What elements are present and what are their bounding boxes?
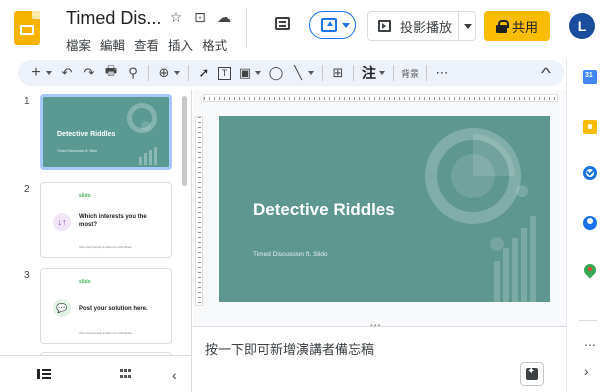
add-dropdown-icon[interactable] xyxy=(46,71,52,75)
sort-arrows-icon: ↓↑ xyxy=(53,213,71,231)
speaker-notes-input[interactable]: 按一下即可新增演講者備忘稿 xyxy=(205,339,374,358)
calendar-icon[interactable] xyxy=(583,70,597,84)
meet-present-button[interactable] xyxy=(309,11,356,39)
grid-view-icon[interactable] xyxy=(120,369,132,379)
slides-logo-icon[interactable] xyxy=(14,11,40,45)
slideshow-label: 投影播放 xyxy=(400,19,453,35)
undo-button[interactable]: ↶ xyxy=(59,62,75,84)
image-dropdown-icon[interactable] xyxy=(255,71,261,75)
keep-icon[interactable] xyxy=(583,120,597,134)
thumb-title: Detective Riddles xyxy=(57,131,116,138)
filmstrip-footer: ‹ xyxy=(0,355,191,392)
slido-brand: slido xyxy=(79,279,91,285)
notes-dropdown-icon[interactable] xyxy=(379,71,385,75)
shape-button[interactable]: ◯ xyxy=(268,62,284,84)
menu-file[interactable]: 檔案 xyxy=(66,35,91,54)
comments-button[interactable] xyxy=(272,14,294,36)
line-dropdown-icon[interactable] xyxy=(308,71,314,75)
document-title[interactable]: Timed Dis... xyxy=(66,8,161,29)
redo-button[interactable]: ↷ xyxy=(81,62,97,84)
menu-insert[interactable]: 插入 xyxy=(168,35,193,54)
paint-format-button[interactable]: ⚲ xyxy=(125,62,141,84)
slide-number: 3 xyxy=(24,270,30,281)
collapse-menus-button[interactable]: ^ xyxy=(535,62,557,84)
account-avatar[interactable]: L xyxy=(569,13,595,39)
speaker-notes-button[interactable]: 注 xyxy=(361,62,377,84)
slide-thumbnail-2[interactable]: slido ↓↑ Which interests you the most? V… xyxy=(40,182,172,258)
filmstrip: 1 Detective Riddles Timed Discussion ft.… xyxy=(0,90,192,392)
share-label: 共用 xyxy=(511,19,538,35)
slide-title[interactable]: Detective Riddles xyxy=(253,200,395,220)
slide-number: 1 xyxy=(24,96,30,107)
vertical-ruler xyxy=(195,116,203,306)
horizontal-ruler xyxy=(203,94,558,102)
chevron-down-icon xyxy=(342,23,350,28)
play-icon xyxy=(378,20,391,32)
slido-brand: slido xyxy=(79,193,91,199)
side-panel-divider xyxy=(579,320,597,321)
toolbar-divider xyxy=(426,65,428,81)
add-button[interactable]: + xyxy=(28,62,44,84)
slideshow-dropdown-button[interactable] xyxy=(458,11,476,41)
slide-number: 2 xyxy=(24,184,30,195)
more-addons-button[interactable]: ⋯ xyxy=(584,338,596,352)
toolbar: + ↶ ↷ 🖶 ⚲ ⊕ ➚ T ▣ ◯ ╲ ⊞ 注 背景 ⋯ ^ xyxy=(18,60,564,86)
image-button[interactable]: ▣ xyxy=(237,62,253,84)
toolbar-divider xyxy=(148,65,149,81)
decorative-bars xyxy=(139,147,157,165)
collapse-filmstrip-button[interactable]: ‹ xyxy=(172,367,177,383)
cloud-status-icon[interactable]: ☁ xyxy=(216,9,232,26)
zoom-dropdown-icon[interactable] xyxy=(174,71,180,75)
zoom-button[interactable]: ⊕ xyxy=(156,62,172,84)
title-icons: ☆ ⊡ ☁ xyxy=(168,9,232,26)
slideshow-button[interactable]: 投影播放 xyxy=(367,11,459,41)
line-button[interactable]: ╲ xyxy=(290,62,306,84)
decorative-dot xyxy=(141,121,151,131)
slide-subtitle[interactable]: Timed Discussion ft. Slido xyxy=(253,251,328,258)
select-tool-button[interactable]: ➚ xyxy=(196,62,212,84)
slide-thumbnail-1[interactable]: Detective Riddles Timed Discussion ft. S… xyxy=(40,94,172,170)
more-options-button[interactable]: ⋯ xyxy=(434,62,450,84)
add-comment-button[interactable]: ⊞ xyxy=(330,62,346,84)
share-button[interactable]: 共用 xyxy=(484,11,550,41)
background-button[interactable]: 背景 xyxy=(401,62,419,84)
thumb-footer: Vote anonymously at slido.com with #code xyxy=(79,331,132,335)
thumb-question: Which interests you the most? xyxy=(79,214,147,228)
present-screen-icon xyxy=(321,18,337,32)
move-folder-icon[interactable]: ⊡ xyxy=(192,9,208,26)
header-divider xyxy=(246,8,247,48)
lock-icon xyxy=(495,19,509,33)
slide-thumbnail-3[interactable]: slido 💬 Post your solution here. Vote an… xyxy=(40,268,172,344)
thumb-subtitle: Timed Discussion ft. Slido xyxy=(57,149,98,153)
explore-sparkle-icon[interactable] xyxy=(520,362,544,386)
toolbar-divider xyxy=(353,65,354,81)
thumb-footer: Vote anonymously at slido.com with #code xyxy=(79,245,132,249)
current-slide[interactable]: Detective Riddles Timed Discussion ft. S… xyxy=(219,116,550,302)
thumb-question: Post your solution here. xyxy=(79,306,148,312)
toolbar-divider xyxy=(322,65,323,81)
menu-format[interactable]: 格式 xyxy=(202,35,227,54)
slide-canvas-area: Detective Riddles Timed Discussion ft. S… xyxy=(193,90,566,326)
expand-side-panel-button[interactable]: › xyxy=(584,363,589,379)
chat-bubble-icon: 💬 xyxy=(53,299,71,317)
comment-icon xyxy=(275,17,290,30)
list-view-icon[interactable] xyxy=(37,369,51,379)
side-panel: ⋯ › xyxy=(566,58,606,392)
print-button[interactable]: 🖶 xyxy=(103,62,119,84)
tasks-icon[interactable] xyxy=(583,166,597,180)
menu-view[interactable]: 查看 xyxy=(134,35,159,54)
textbox-button[interactable]: T xyxy=(218,66,231,80)
toolbar-divider xyxy=(393,65,394,81)
star-icon[interactable]: ☆ xyxy=(168,9,184,26)
header: Timed Dis... ☆ ⊡ ☁ 檔案 編輯 查看 插入 格式 投影播放 共… xyxy=(0,0,595,58)
maps-icon[interactable] xyxy=(584,264,596,278)
menu-edit[interactable]: 編輯 xyxy=(100,35,125,54)
contacts-icon[interactable] xyxy=(583,216,597,230)
menu-bar: 檔案 編輯 查看 插入 格式 xyxy=(66,35,227,54)
speaker-notes-panel: 按一下即可新增演講者備忘稿 xyxy=(193,326,566,392)
toolbar-divider xyxy=(188,65,189,81)
filmstrip-scrollbar[interactable] xyxy=(182,96,187,186)
